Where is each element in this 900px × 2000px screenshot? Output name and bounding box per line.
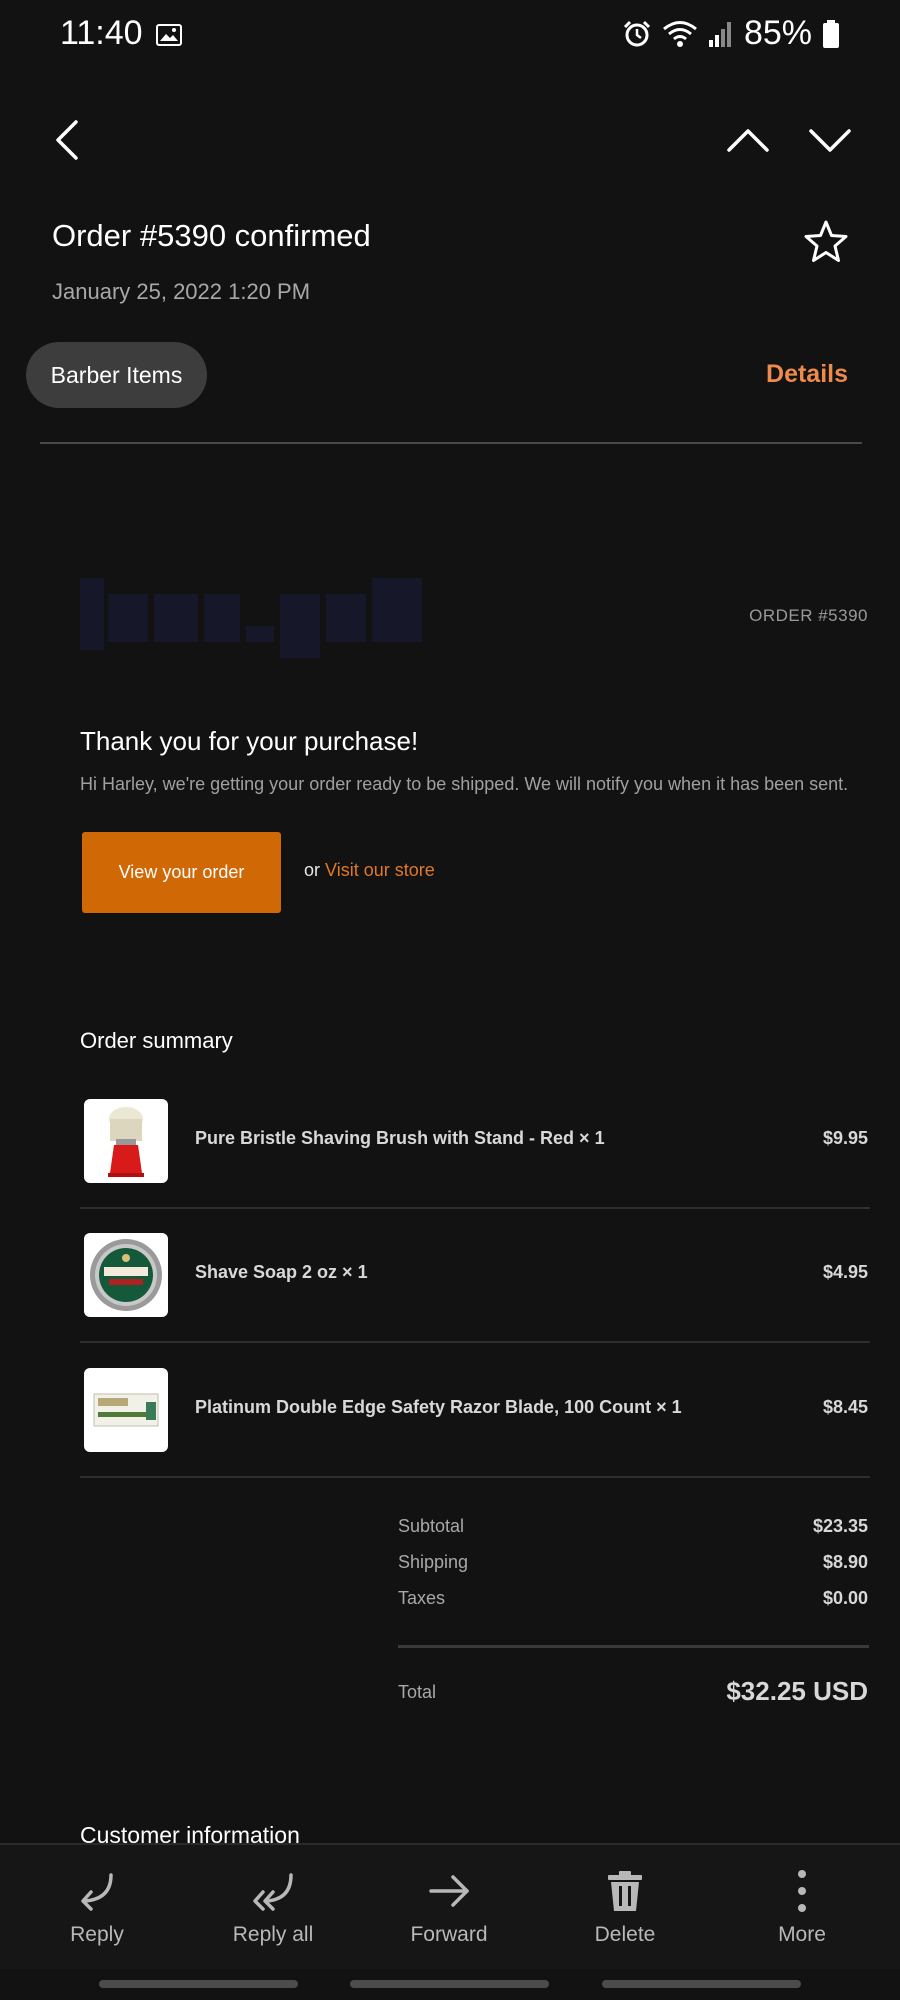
forward-button[interactable]: Forward [361, 1845, 537, 1969]
product-image-soap [84, 1233, 168, 1317]
reply-all-icon [253, 1873, 293, 1911]
label-chip[interactable]: Barber Items [26, 342, 207, 408]
back-arrow-icon[interactable] [46, 118, 90, 162]
status-right-group: 85% [622, 14, 840, 53]
product-image-blades [84, 1368, 168, 1452]
subtotal-value: $23.35 [812, 1516, 868, 1536]
visit-store-line: or Visit our store [304, 860, 435, 881]
order-summary-title: Order summary [80, 1028, 233, 1053]
or-text: or [304, 860, 326, 880]
more-vertical-icon [798, 1870, 806, 1912]
taxes-value: $0.00 [822, 1588, 868, 1608]
item-price: $8.45 [822, 1397, 868, 1417]
list-item: Pure Bristle Shaving Brush with Stand - … [80, 1082, 870, 1216]
item-name: Shave Soap 2 oz × 1 [195, 1262, 368, 1282]
more-button[interactable]: More [714, 1845, 890, 1969]
bottom-toolbar: Reply Reply all Forward Delete More [0, 1843, 900, 1969]
email-subject: Order #5390 confirmed [52, 218, 371, 253]
gesture-bar-right[interactable] [602, 1980, 801, 1988]
details-link[interactable]: Details [766, 360, 848, 389]
battery-percent: 85% [743, 14, 812, 52]
alarm-icon [623, 20, 650, 46]
item-name: Pure Bristle Shaving Brush with Stand - … [195, 1128, 605, 1148]
thanks-message: Hi Harley, we're getting your order read… [80, 774, 849, 794]
delete-button[interactable]: Delete [537, 1845, 713, 1969]
item-divider [80, 1207, 870, 1209]
reply-button[interactable]: Reply [9, 1845, 185, 1969]
list-item: Platinum Double Edge Safety Razor Blade,… [80, 1351, 870, 1485]
reply-label: Reply [70, 1923, 124, 1946]
previous-email-icon[interactable] [726, 118, 770, 162]
total-value: $32.25 USD [726, 1676, 868, 1706]
shipping-value: $8.90 [822, 1552, 868, 1572]
forward-arrow-icon [429, 1875, 469, 1907]
reply-all-button[interactable]: Reply all [185, 1845, 361, 1969]
star-icon[interactable] [802, 218, 850, 266]
item-price: $9.95 [822, 1128, 868, 1148]
reply-icon [81, 1873, 113, 1911]
item-name: Platinum Double Edge Safety Razor Blade,… [195, 1397, 682, 1417]
trash-icon [608, 1871, 642, 1911]
item-divider [80, 1476, 870, 1478]
store-logo [80, 578, 422, 658]
gesture-bar-left[interactable] [99, 1980, 298, 1988]
gallery-notification-icon [156, 24, 182, 46]
status-time: 11:40 [60, 14, 143, 52]
product-image-brush [84, 1099, 168, 1183]
reply-all-label: Reply all [232, 1923, 314, 1946]
razor-blade-pack-image [93, 1393, 159, 1427]
visit-store-link[interactable]: Visit our store [325, 860, 435, 880]
shaving-brush-image [108, 1107, 144, 1177]
taxes-label: Taxes [398, 1588, 446, 1608]
totals-divider [398, 1645, 869, 1648]
gesture-bar-center[interactable] [350, 1980, 549, 1988]
delete-label: Delete [594, 1923, 656, 1946]
thanks-heading: Thank you for your purchase! [80, 726, 419, 756]
signal-icon [708, 21, 731, 47]
view-order-button[interactable]: View your order [82, 832, 281, 913]
wifi-icon [662, 20, 697, 47]
item-price: $4.95 [822, 1262, 868, 1282]
item-divider [80, 1341, 870, 1343]
forward-label: Forward [410, 1923, 488, 1946]
total-label: Total [398, 1682, 437, 1702]
shave-soap-image [90, 1239, 162, 1311]
email-date: January 25, 2022 1:20 PM [52, 279, 311, 304]
order-number: ORDER #5390 [749, 606, 868, 625]
battery-icon [823, 19, 839, 48]
next-email-icon[interactable] [808, 118, 852, 162]
list-item: Shave Soap 2 oz × 1 $4.95 [80, 1216, 870, 1350]
shipping-label: Shipping [398, 1552, 469, 1572]
header-divider [40, 442, 862, 444]
more-label: More [778, 1923, 826, 1946]
subtotal-label: Subtotal [398, 1516, 465, 1536]
